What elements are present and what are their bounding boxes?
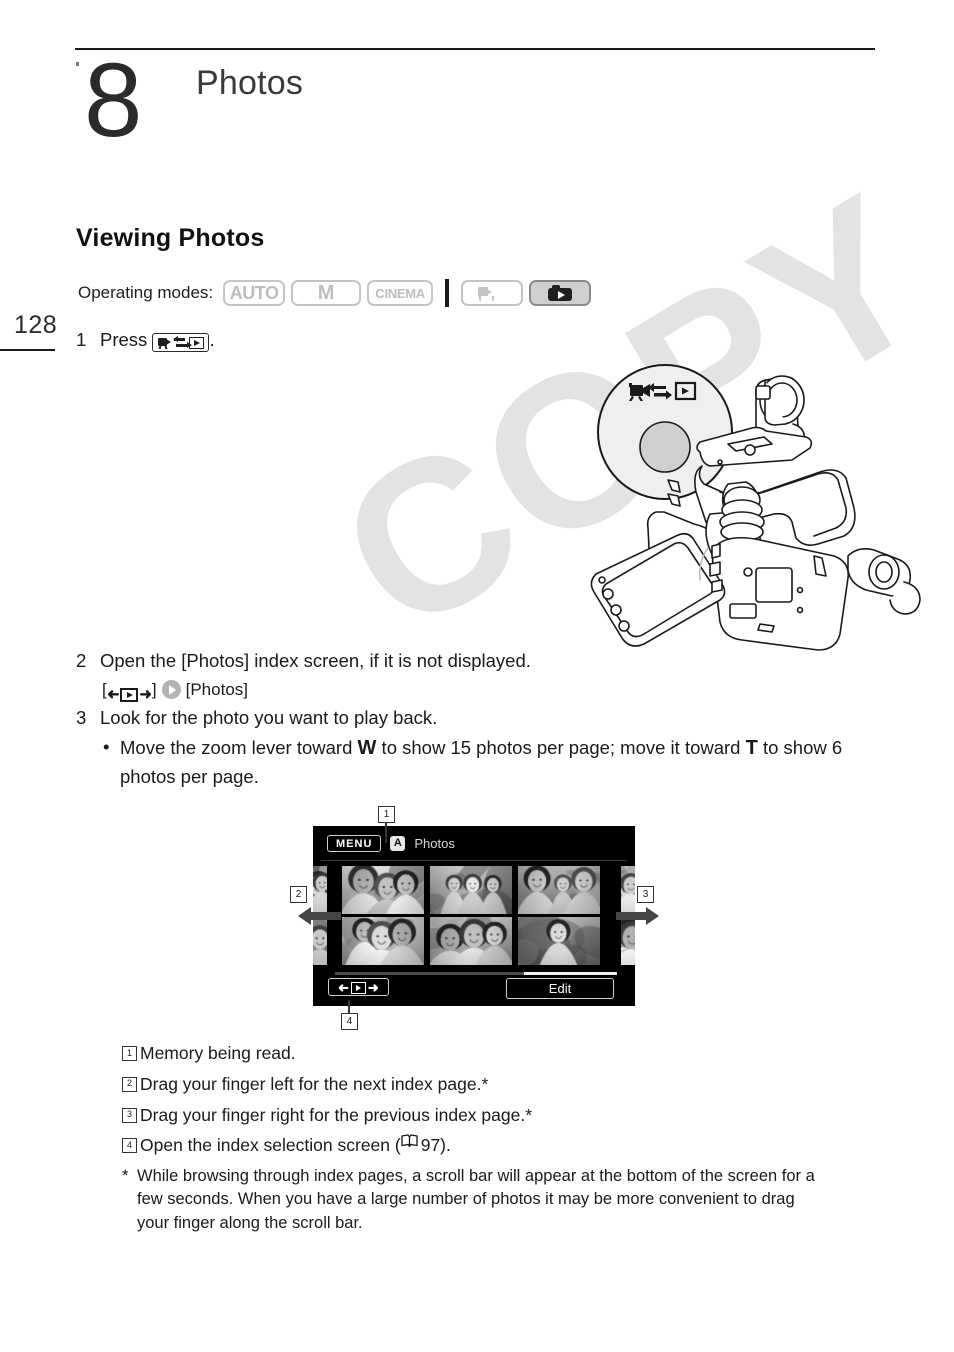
operating-modes-label: Operating modes: xyxy=(78,283,214,302)
note-1-number: 1 xyxy=(122,1046,137,1061)
page-title: Viewing Photos xyxy=(76,224,265,252)
note-3: 3 Drag your finger right for the previou… xyxy=(122,1104,822,1127)
step-1-text: Press xyxy=(100,329,148,350)
callout-4-line xyxy=(348,1000,350,1014)
mode-divider xyxy=(445,279,450,307)
mode-badge-cinema-label: CINEMA xyxy=(375,285,425,301)
thumbnail-4[interactable] xyxy=(342,917,424,965)
note-4-page-ref: 97). xyxy=(420,1135,451,1156)
edit-button[interactable]: Edit xyxy=(506,978,614,999)
step-2-path: [➜ ➜] [Photos] xyxy=(102,678,248,703)
scrollbar-thumb[interactable] xyxy=(524,972,617,975)
footnote-text: While browsing through index pages, a sc… xyxy=(137,1167,815,1232)
movie-playback-icon xyxy=(478,285,506,301)
wide-angle-label: W xyxy=(357,737,377,759)
camera-playback-toggle-icon xyxy=(152,332,210,352)
index-selection-icon: ➜ ➜ xyxy=(106,686,152,703)
screen-bottom-bar: ➜ ➜ Edit xyxy=(313,978,635,1006)
step-3-bullet: • Move the zoom lever toward W to show 1… xyxy=(103,733,863,791)
note-2-text: Drag your finger left for the next index… xyxy=(140,1073,489,1094)
note-1-text: Memory being read. xyxy=(140,1043,296,1063)
bracket-close: ] xyxy=(151,680,157,699)
manual-page: COPY 8 Photos 128 Viewing Photos Operati… xyxy=(0,0,954,1352)
note-4-number: 4 xyxy=(122,1138,137,1154)
step-1: 1 Press . xyxy=(76,327,215,354)
screen-top-bar: MENU A Photos xyxy=(313,826,635,860)
bullet-dot: • xyxy=(103,736,110,757)
thumbnail-5[interactable] xyxy=(430,917,512,965)
mode-badge-movie-playback xyxy=(461,280,524,306)
bullet-text: Move the zoom lever toward W to show 15 … xyxy=(120,733,863,791)
photo-grid xyxy=(313,864,635,968)
camera-screen-figure: MENU A Photos ➜ ➜ Edit xyxy=(313,826,635,1006)
callout-2-label: 2 xyxy=(295,889,302,900)
note-1: 1 Memory being read. xyxy=(122,1042,822,1065)
callout-2-arrow-left xyxy=(297,906,343,931)
memory-badge: A xyxy=(390,835,406,851)
mode-badge-cinema: CINEMA xyxy=(367,280,434,306)
page-number-rule xyxy=(0,349,55,351)
proceed-arrow-icon xyxy=(161,680,181,699)
callout-4-label: 4 xyxy=(346,1016,353,1027)
mode-badge-photo-playback xyxy=(529,280,592,306)
thumbnail-6[interactable] xyxy=(518,917,600,965)
step-1-period: . xyxy=(209,329,215,350)
callout-1-line xyxy=(385,821,387,843)
chapter-title: Photos xyxy=(196,64,304,102)
note-3-number: 3 xyxy=(122,1107,137,1123)
thumbnail-1[interactable] xyxy=(342,866,424,914)
note-4: 4 Open the index selection screen ( 97). xyxy=(122,1134,822,1157)
header-rule xyxy=(75,48,875,50)
bullet-part-2: to show 15 photos per page; move it towa… xyxy=(376,737,746,758)
note-4-text-before: Open the index selection screen ( xyxy=(140,1135,401,1156)
book-icon xyxy=(401,1134,418,1148)
step-2-number: 2 xyxy=(76,650,87,671)
scrollbar[interactable] xyxy=(335,972,617,975)
operating-modes-row: Operating modes: AUTO M CINEMA xyxy=(78,279,597,307)
callout-3-arrow-right xyxy=(614,906,660,931)
note-2: 2 Drag your finger left for the next ind… xyxy=(122,1073,822,1096)
callout-1: 1 xyxy=(378,806,395,823)
step-2-target: [Photos] xyxy=(185,680,248,699)
header-tick-mark xyxy=(76,62,79,66)
note-3-text: Drag your finger right for the previous … xyxy=(140,1104,533,1125)
footnote-marker: * xyxy=(122,1167,129,1185)
screen-title: Photos xyxy=(414,835,455,851)
callout-2: 2 xyxy=(290,886,307,903)
callout-4: 4 xyxy=(341,1013,358,1030)
footnote-list: 1 Memory being read. 2 Drag your finger … xyxy=(122,1042,822,1235)
photo-playback-icon xyxy=(547,285,573,301)
telephoto-label: T xyxy=(745,737,758,759)
mode-badge-manual-label: M xyxy=(317,281,335,304)
chapter-number: 8 xyxy=(84,42,142,159)
callout-3: 3 xyxy=(637,886,654,903)
screen-topbar-rule xyxy=(321,860,627,861)
thumbnail-2[interactable] xyxy=(430,866,512,914)
note-2-number: 2 xyxy=(122,1076,137,1092)
callout-3-label: 3 xyxy=(642,889,649,900)
camcorder-illustration xyxy=(560,332,954,662)
thumbnail-3[interactable] xyxy=(518,866,600,914)
index-selection-button[interactable]: ➜ ➜ xyxy=(328,978,389,996)
mode-badge-auto: AUTO xyxy=(223,280,286,306)
camera-screen: MENU A Photos ➜ ➜ Edit xyxy=(313,826,635,1006)
bullet-part-1: Move the zoom lever toward xyxy=(120,737,358,758)
step-2: 2 Open the [Photos] index screen, if it i… xyxy=(76,648,531,675)
page-number: 128 xyxy=(14,311,58,339)
step-3: 3 Look for the photo you want to play bac… xyxy=(76,705,437,732)
menu-button[interactable]: MENU xyxy=(327,834,382,852)
callout-1-label: 1 xyxy=(383,809,390,820)
mode-badge-auto-label: AUTO xyxy=(229,282,279,303)
step-3-number: 3 xyxy=(76,707,87,728)
step-2-text: Open the [Photos] index screen, if it is… xyxy=(100,650,531,671)
mode-badge-manual: M xyxy=(291,280,362,306)
footnote-asterisk: * While browsing through index pages, a … xyxy=(122,1165,822,1235)
step-1-number: 1 xyxy=(76,329,87,350)
step-3-text: Look for the photo you want to play back… xyxy=(100,707,438,728)
